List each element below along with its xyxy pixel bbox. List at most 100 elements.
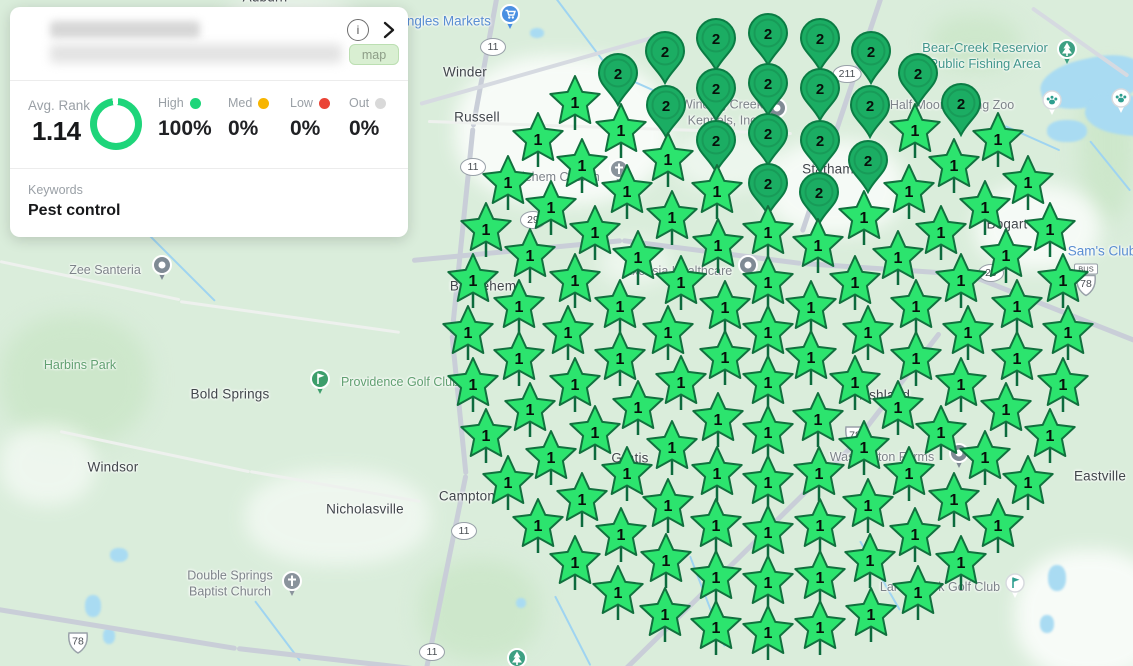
svg-text:1: 1	[1023, 475, 1032, 492]
svg-text:1: 1	[482, 222, 491, 239]
svg-text:1: 1	[711, 620, 720, 637]
rank-marker-star[interactable]: 1	[689, 445, 745, 504]
svg-text:1: 1	[814, 238, 823, 255]
svg-text:1: 1	[807, 300, 816, 317]
legend-dot	[258, 97, 270, 109]
rank-marker-star[interactable]: 1	[940, 305, 996, 363]
rank-marker-star[interactable]: 1	[638, 533, 694, 591]
svg-text:1: 1	[677, 275, 686, 292]
rank-marker-star[interactable]: 1	[688, 600, 744, 658]
rank-marker-pin[interactable]: 2	[694, 17, 738, 73]
svg-text:1: 1	[911, 299, 920, 316]
rank-marker-pin[interactable]: 2	[694, 67, 738, 123]
rank-marker-star[interactable]: 1	[1040, 305, 1096, 363]
divider	[10, 80, 408, 81]
svg-text:1: 1	[814, 412, 823, 429]
svg-text:1: 1	[617, 527, 626, 544]
svg-text:1: 1	[571, 95, 580, 112]
svg-text:1: 1	[468, 377, 477, 394]
rank-marker-star[interactable]: 1	[1035, 357, 1091, 415]
chevron-right-icon[interactable]	[381, 20, 397, 40]
svg-text:1: 1	[866, 607, 875, 624]
scan-summary-card: i map Avg. Rank 1.14 High 100% Med 0% Low 0% O…	[10, 7, 408, 237]
legend-low: Low 0%	[290, 96, 330, 141]
map-canvas[interactable]: AuburnWinderRussellBethlehemStathamBogar…	[0, 0, 1133, 666]
svg-text:1: 1	[547, 450, 556, 467]
svg-text:1: 1	[578, 492, 587, 509]
rank-marker-star[interactable]: 1	[491, 278, 547, 337]
svg-text:1: 1	[905, 184, 914, 201]
svg-text:1: 1	[622, 466, 631, 483]
svg-text:1: 1	[667, 440, 676, 457]
svg-text:1: 1	[949, 158, 958, 175]
svg-text:1: 1	[617, 123, 626, 140]
svg-text:1: 1	[590, 225, 599, 242]
svg-text:1: 1	[616, 351, 625, 368]
rank-marker-star[interactable]: 1	[792, 498, 848, 556]
rank-marker-star[interactable]: 1	[792, 549, 848, 608]
svg-text:1: 1	[1045, 428, 1054, 445]
svg-text:1: 1	[1012, 299, 1021, 316]
rank-marker-star[interactable]: 1	[791, 445, 847, 504]
info-icon[interactable]: i	[347, 19, 369, 41]
rank-marker-pin[interactable]: 2	[849, 30, 893, 86]
rank-marker-star[interactable]: 1	[688, 498, 744, 556]
rank-marker-pin[interactable]: 2	[746, 112, 790, 168]
rank-marker-star[interactable]: 1	[440, 305, 496, 363]
svg-text:1: 1	[764, 425, 773, 442]
svg-text:2: 2	[957, 96, 965, 113]
rank-marker-star[interactable]: 1	[740, 605, 796, 663]
svg-text:1: 1	[850, 375, 859, 392]
svg-text:2: 2	[914, 66, 922, 83]
rank-marker-star[interactable]: 1	[843, 586, 899, 645]
svg-text:1: 1	[712, 518, 721, 535]
rank-marker-star[interactable]: 1	[445, 357, 501, 415]
svg-text:2: 2	[816, 31, 824, 48]
svg-text:1: 1	[664, 152, 673, 169]
rank-marker-star[interactable]: 1	[792, 600, 848, 658]
rank-marker-star[interactable]: 1	[989, 278, 1045, 337]
rank-marker-pin[interactable]: 2	[798, 119, 842, 175]
rank-marker-pin[interactable]: 2	[746, 12, 790, 68]
svg-text:1: 1	[864, 325, 873, 342]
rank-marker-star[interactable]: 1	[637, 586, 693, 645]
rank-marker-star[interactable]: 1	[688, 549, 744, 608]
legend-dot	[189, 97, 201, 109]
svg-text:1: 1	[764, 625, 773, 642]
rank-marker-pin[interactable]: 2	[848, 84, 892, 140]
svg-text:2: 2	[866, 98, 874, 115]
svg-text:1: 1	[464, 325, 473, 342]
svg-text:1: 1	[534, 132, 543, 149]
svg-text:1: 1	[860, 440, 869, 457]
svg-text:1: 1	[816, 620, 825, 637]
keywords-label: Keywords	[28, 183, 83, 197]
svg-text:1: 1	[661, 607, 670, 624]
rank-marker-pin[interactable]: 2	[798, 67, 842, 123]
rank-marker-pin[interactable]: 2	[643, 30, 687, 86]
svg-text:1: 1	[764, 525, 773, 542]
svg-text:1: 1	[993, 132, 1002, 149]
legend-dot	[318, 97, 330, 109]
svg-text:1: 1	[864, 498, 873, 515]
svg-text:1: 1	[664, 325, 673, 342]
rank-marker-star[interactable]: 1	[888, 278, 944, 337]
svg-text:1: 1	[570, 273, 579, 290]
svg-text:1: 1	[634, 250, 643, 267]
rank-marker-star[interactable]: 1	[540, 305, 596, 363]
svg-text:1: 1	[764, 475, 773, 492]
keywords-value: Pest control	[28, 202, 121, 219]
rank-marker-pin[interactable]: 2	[746, 62, 790, 118]
svg-text:1: 1	[914, 585, 923, 602]
svg-text:1: 1	[534, 518, 543, 535]
svg-text:1: 1	[468, 273, 477, 290]
rank-marker-pin[interactable]: 2	[798, 17, 842, 73]
svg-text:1: 1	[815, 466, 824, 483]
divider	[10, 168, 408, 169]
svg-text:1: 1	[482, 428, 491, 445]
svg-text:1: 1	[720, 300, 729, 317]
svg-text:1: 1	[937, 225, 946, 242]
rank-marker-pin[interactable]: 2	[896, 52, 940, 108]
svg-text:2: 2	[614, 66, 622, 83]
svg-text:1: 1	[764, 225, 773, 242]
legend-out: Out 0%	[349, 96, 387, 141]
